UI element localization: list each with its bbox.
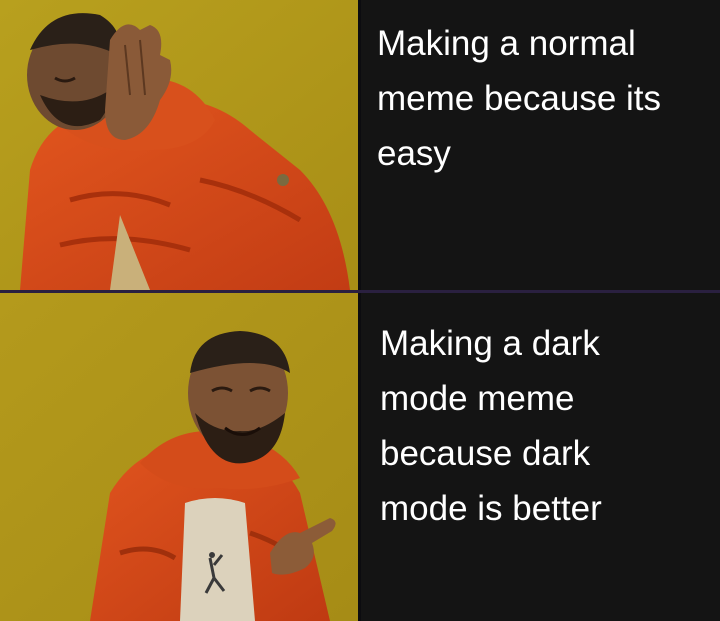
- meme-image: Making a normal meme because its easy Ma…: [0, 0, 720, 621]
- meme-row-approve: Making a dark mode meme because dark mod…: [0, 293, 720, 621]
- caption-reject: Making a normal meme because its easy: [377, 24, 662, 173]
- caption-panel-reject: Making a normal meme because its easy: [361, 0, 720, 290]
- drake-disapproving-icon: [0, 0, 358, 290]
- caption-approve: Making a dark mode meme because dark mod…: [380, 324, 602, 528]
- caption-panel-approve: Making a dark mode meme because dark mod…: [361, 293, 720, 621]
- meme-row-reject: Making a normal meme because its easy: [0, 0, 720, 290]
- drake-approving-icon: [0, 293, 358, 621]
